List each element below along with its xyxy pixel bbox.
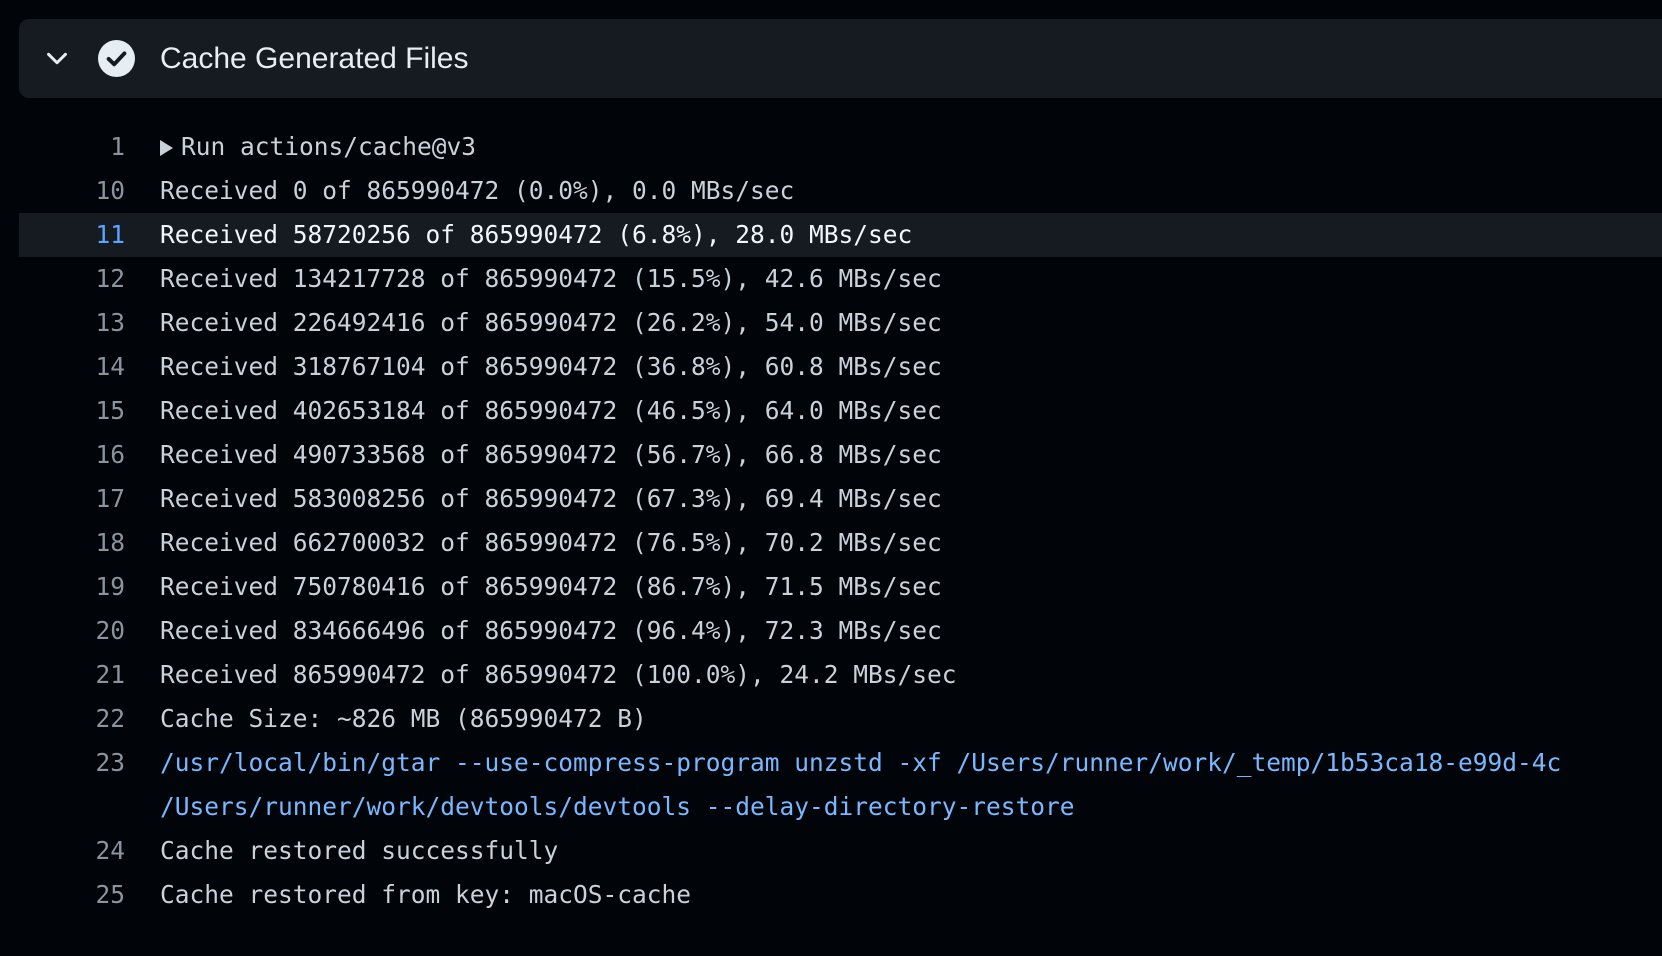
- log-line: 12 Received 134217728 of 865990472 (15.5…: [19, 257, 1662, 301]
- chevron-down-icon[interactable]: [42, 44, 72, 74]
- line-number[interactable]: 25: [19, 873, 125, 917]
- line-number[interactable]: 21: [19, 653, 125, 697]
- log-line-text[interactable]: Run actions/cache@v3: [160, 125, 476, 169]
- step-header[interactable]: Cache Generated Files: [19, 19, 1662, 98]
- line-number[interactable]: 11: [19, 213, 125, 257]
- log-line: 22 Cache Size: ~826 MB (865990472 B): [19, 697, 1662, 741]
- log-line: 25 Cache restored from key: macOS-cache: [19, 873, 1662, 917]
- expand-triangle-icon[interactable]: [160, 140, 173, 156]
- log-line-text: Received 402653184 of 865990472 (46.5%),…: [160, 396, 942, 425]
- log-line-text: Cache restored from key: macOS-cache: [160, 880, 692, 909]
- line-number[interactable]: 15: [19, 389, 125, 433]
- log-line: 10 Received 0 of 865990472 (0.0%), 0.0 M…: [19, 169, 1662, 213]
- line-number[interactable]: 19: [19, 565, 125, 609]
- log-line-text: Received 490733568 of 865990472 (56.7%),…: [160, 440, 942, 469]
- log-line-text: Received 226492416 of 865990472 (26.2%),…: [160, 308, 942, 337]
- line-number[interactable]: 1: [19, 125, 125, 169]
- log-line-text: Received 834666496 of 865990472 (96.4%),…: [160, 616, 942, 645]
- command-text: /usr/local/bin/gtar --use-compress-progr…: [160, 748, 1562, 777]
- command-continuation-text: /Users/runner/work/devtools/devtools --d…: [160, 792, 1075, 821]
- log-line: 21 Received 865990472 of 865990472 (100.…: [19, 653, 1662, 697]
- log-line-text: Cache restored successfully: [160, 836, 559, 865]
- log-line-text: Received 662700032 of 865990472 (76.5%),…: [160, 528, 942, 557]
- log-line-run[interactable]: 1 Run actions/cache@v3: [19, 125, 1662, 169]
- log-output: 1 Run actions/cache@v3 10 Received 0 of …: [19, 125, 1662, 917]
- line-number[interactable]: 22: [19, 697, 125, 741]
- log-line-text: Received 0 of 865990472 (0.0%), 0.0 MBs/…: [160, 176, 795, 205]
- line-number[interactable]: 17: [19, 477, 125, 521]
- log-line-command-continuation: /Users/runner/work/devtools/devtools --d…: [19, 785, 1662, 829]
- line-number[interactable]: 14: [19, 345, 125, 389]
- line-number[interactable]: 12: [19, 257, 125, 301]
- log-line-command: 23 /usr/local/bin/gtar --use-compress-pr…: [19, 741, 1662, 785]
- line-number[interactable]: 23: [19, 741, 125, 785]
- step-title: Cache Generated Files: [160, 42, 469, 75]
- log-line: 14 Received 318767104 of 865990472 (36.8…: [19, 345, 1662, 389]
- line-number[interactable]: 18: [19, 521, 125, 565]
- log-line-text: Received 865990472 of 865990472 (100.0%)…: [160, 660, 957, 689]
- line-number[interactable]: 13: [19, 301, 125, 345]
- log-line-text: Cache Size: ~826 MB (865990472 B): [160, 704, 647, 733]
- log-line: 20 Received 834666496 of 865990472 (96.4…: [19, 609, 1662, 653]
- log-line-text: Received 134217728 of 865990472 (15.5%),…: [160, 264, 942, 293]
- log-line-text: Received 318767104 of 865990472 (36.8%),…: [160, 352, 942, 381]
- log-line: 19 Received 750780416 of 865990472 (86.7…: [19, 565, 1662, 609]
- check-circle-icon: [98, 40, 135, 77]
- log-line: 16 Received 490733568 of 865990472 (56.7…: [19, 433, 1662, 477]
- log-line-highlighted: 11 Received 58720256 of 865990472 (6.8%)…: [19, 213, 1662, 257]
- line-number[interactable]: 10: [19, 169, 125, 213]
- log-line-text: Received 58720256 of 865990472 (6.8%), 2…: [160, 220, 913, 249]
- log-line-text: Received 583008256 of 865990472 (67.3%),…: [160, 484, 942, 513]
- line-number[interactable]: 24: [19, 829, 125, 873]
- log-line-text: Received 750780416 of 865990472 (86.7%),…: [160, 572, 942, 601]
- log-line: 18 Received 662700032 of 865990472 (76.5…: [19, 521, 1662, 565]
- line-number[interactable]: 16: [19, 433, 125, 477]
- log-line: 24 Cache restored successfully: [19, 829, 1662, 873]
- log-line: 15 Received 402653184 of 865990472 (46.5…: [19, 389, 1662, 433]
- run-line-label: Run actions/cache@v3: [181, 132, 477, 161]
- log-line: 13 Received 226492416 of 865990472 (26.2…: [19, 301, 1662, 345]
- line-number[interactable]: 20: [19, 609, 125, 653]
- log-line: 17 Received 583008256 of 865990472 (67.3…: [19, 477, 1662, 521]
